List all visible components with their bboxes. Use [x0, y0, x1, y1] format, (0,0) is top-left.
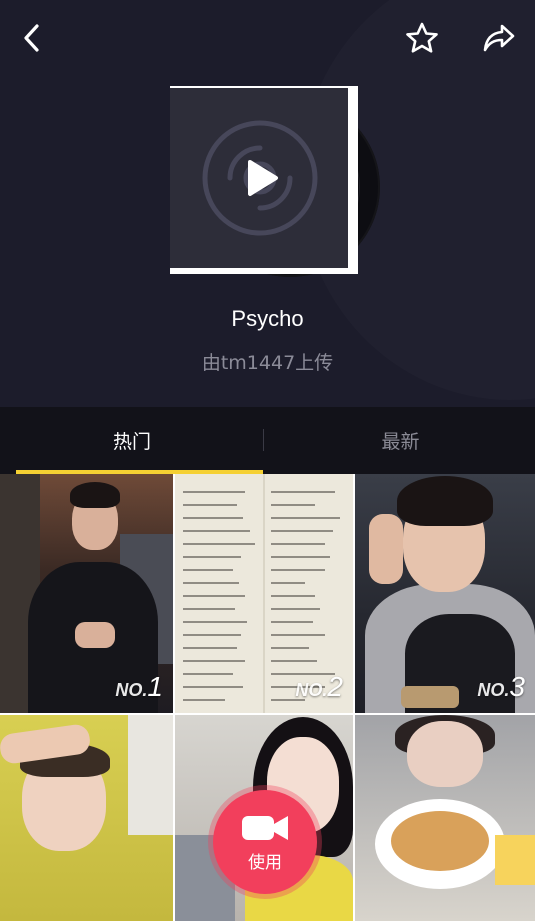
- chevron-left-icon: [24, 24, 39, 52]
- share-arrow-icon: [483, 24, 515, 52]
- share-button[interactable]: [477, 16, 521, 60]
- song-title: Psycho: [231, 306, 304, 331]
- album-art: [170, 86, 390, 277]
- video-thumbnail-2[interactable]: NO.2: [175, 474, 353, 713]
- uploader-label: 由tm1447上传: [201, 352, 334, 374]
- tab-divider: [263, 429, 264, 451]
- video-thumbnail-4[interactable]: [0, 715, 173, 921]
- rank-badge: NO.1: [115, 671, 163, 702]
- tab-hot[interactable]: 热门: [0, 407, 264, 474]
- tab-new[interactable]: 最新: [266, 407, 535, 474]
- rank-badge: NO.3: [477, 671, 525, 702]
- back-button[interactable]: [10, 16, 54, 60]
- play-button[interactable]: [238, 156, 282, 200]
- play-icon: [248, 160, 278, 196]
- use-button[interactable]: 使用: [213, 790, 317, 894]
- person-figure: [0, 715, 173, 921]
- person-figure: [355, 715, 535, 921]
- video-thumbnail-3[interactable]: NO.3: [355, 474, 535, 713]
- video-camera-icon: [242, 815, 288, 840]
- tab-bar: 热门 最新: [0, 407, 535, 474]
- use-button-label: 使用: [248, 852, 282, 873]
- music-header: Psycho 由tm1447上传: [0, 0, 535, 407]
- video-thumbnail-6[interactable]: [355, 715, 535, 921]
- video-thumbnail-1[interactable]: NO.1: [0, 474, 173, 713]
- favorite-button[interactable]: [400, 16, 444, 60]
- star-outline-icon: [406, 22, 438, 53]
- album-cover: [170, 86, 358, 274]
- rank-badge: NO.2: [295, 671, 343, 702]
